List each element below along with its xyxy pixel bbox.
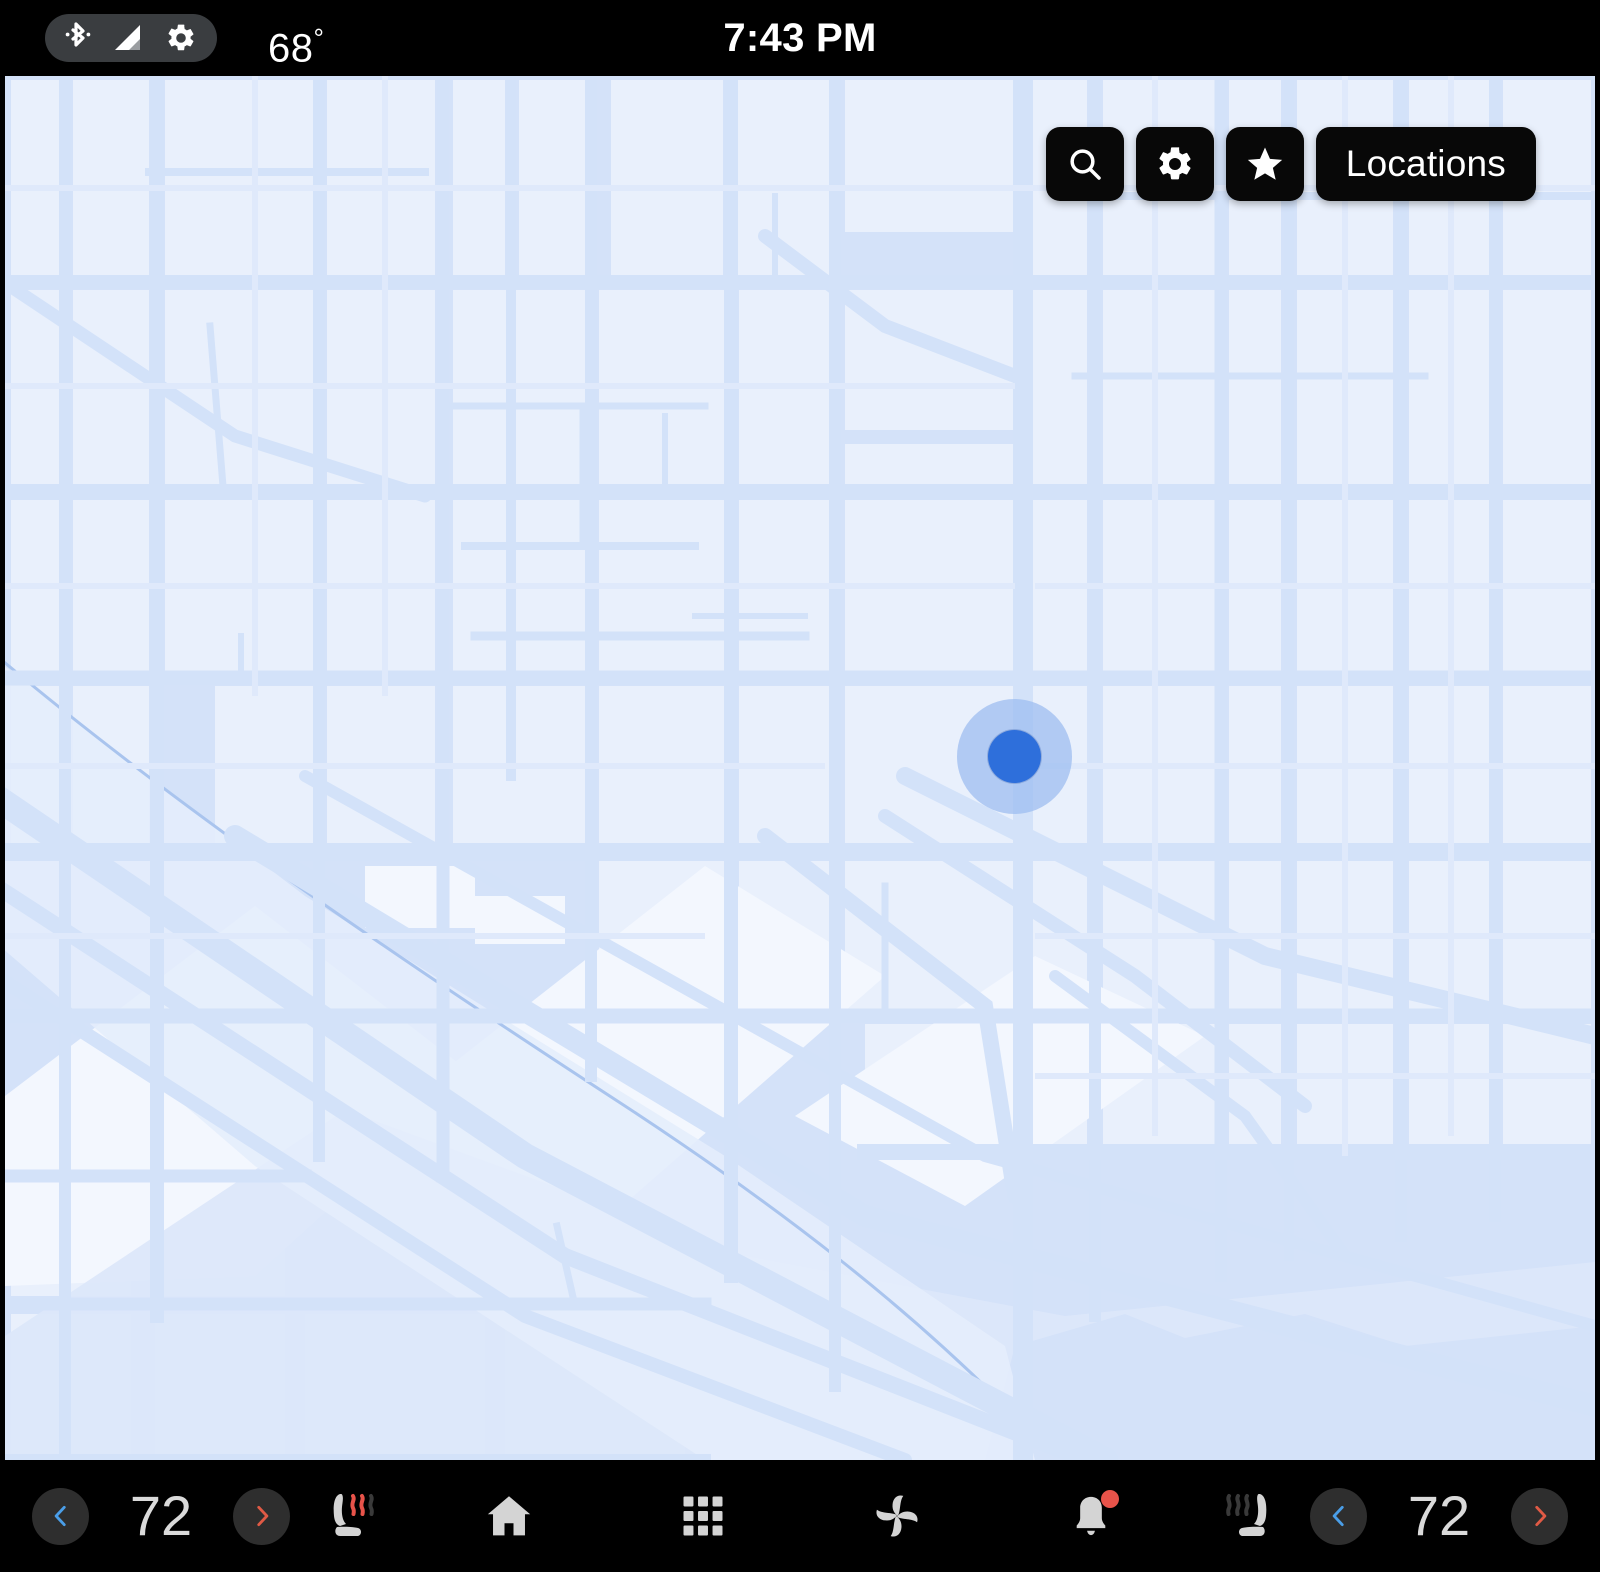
bottom-control-bar: 72 72 [0, 1460, 1600, 1572]
search-icon [1065, 144, 1105, 184]
chevron-left-icon [1326, 1503, 1352, 1529]
chevron-right-icon [249, 1503, 275, 1529]
current-location-marker [957, 699, 1072, 814]
location-dot [988, 730, 1041, 783]
chevron-right-icon [1527, 1503, 1553, 1529]
driver-temperature: 72 [129, 1484, 193, 1547]
home-icon [482, 1489, 536, 1543]
notification-badge [1101, 1490, 1119, 1508]
seat-heater-icon [320, 1486, 382, 1547]
chevron-left-icon [48, 1503, 74, 1529]
infotainment-screen: 68° 7:43 PM Locations 72 72 [0, 0, 1600, 1572]
clock: 7:43 PM [723, 16, 877, 60]
notifications-button[interactable] [1059, 1484, 1123, 1548]
map-controls: Locations [1045, 127, 1536, 201]
passenger-seat-heater-button[interactable] [1214, 1486, 1284, 1547]
passenger-climate-controls: 72 [1214, 1486, 1568, 1547]
star-icon [1244, 143, 1286, 185]
gear-icon [1155, 144, 1195, 184]
settings-button[interactable] [1135, 127, 1214, 201]
passenger-temp-decrease-button[interactable] [1310, 1487, 1367, 1545]
grid-icon [677, 1490, 729, 1542]
locations-button[interactable]: Locations [1315, 127, 1536, 201]
seat-heater-icon [1218, 1486, 1280, 1547]
climate-button[interactable] [865, 1484, 929, 1548]
search-button[interactable] [1045, 127, 1124, 201]
fan-icon [869, 1488, 925, 1544]
passenger-temperature: 72 [1407, 1484, 1471, 1547]
driver-climate-controls: 72 [32, 1486, 386, 1547]
home-button[interactable] [477, 1484, 541, 1548]
map-view[interactable] [5, 76, 1595, 1460]
map-canvas [5, 76, 1595, 1460]
main-navigation [386, 1484, 1214, 1548]
passenger-temp-increase-button[interactable] [1511, 1487, 1568, 1545]
driver-seat-heater-button[interactable] [316, 1486, 386, 1547]
status-bar: 68° 7:43 PM [0, 0, 1600, 75]
apps-button[interactable] [671, 1484, 735, 1548]
favorites-button[interactable] [1225, 127, 1304, 201]
driver-temp-decrease-button[interactable] [32, 1487, 89, 1545]
driver-temp-increase-button[interactable] [233, 1487, 290, 1545]
